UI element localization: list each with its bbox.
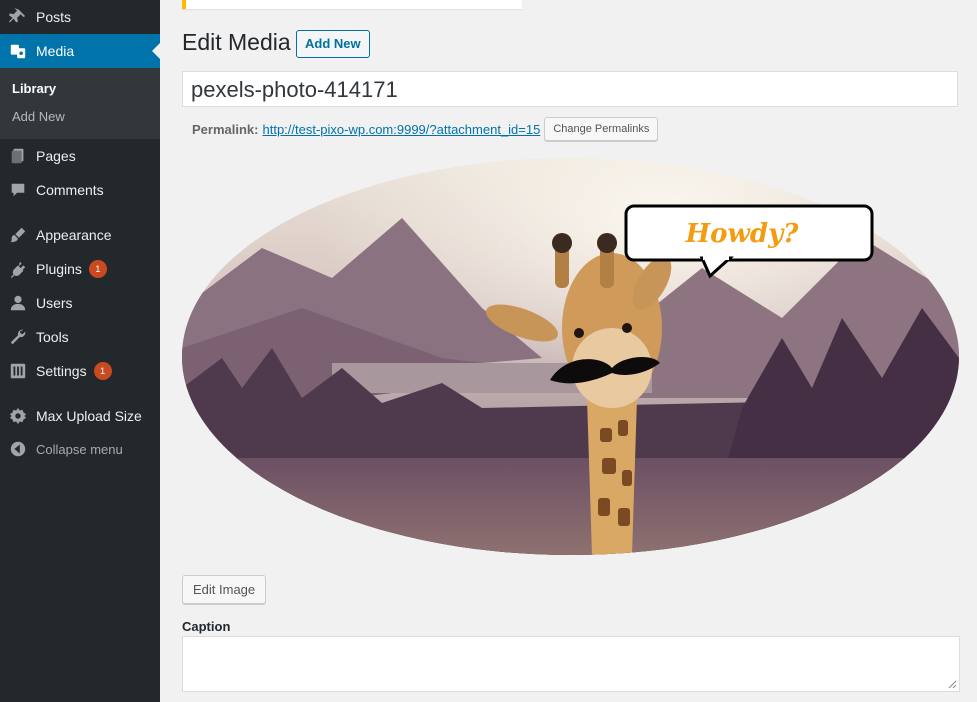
media-submenu: Library Add New	[0, 68, 160, 139]
sidebar-item-label: Tools	[36, 329, 69, 345]
sidebar-item-label: Pages	[36, 148, 76, 164]
sidebar-item-label: Plugins	[36, 261, 82, 277]
sidebar-item-max-upload-size[interactable]: Max Upload Size	[0, 399, 160, 433]
sidebar-item-tools[interactable]: Tools	[0, 320, 160, 354]
settings-icon	[8, 361, 28, 381]
sidebar-item-users[interactable]: Users	[0, 286, 160, 320]
sidebar-item-posts[interactable]: Posts	[0, 0, 160, 34]
sidebar-item-comments[interactable]: Comments	[0, 173, 160, 207]
sidebar-item-label: Posts	[36, 9, 72, 25]
wrench-icon	[8, 327, 28, 347]
sidebar-item-label: Appearance	[36, 227, 112, 243]
sidebar-item-media[interactable]: Media	[0, 34, 160, 68]
permalink-row: Permalink: http://test-pixo-wp.com:9999/…	[192, 117, 659, 141]
sidebar-item-label: Users	[36, 295, 73, 311]
admin-sidebar: Posts Media Library Add New Pages Commen…	[0, 0, 160, 702]
submenu-item-add-new[interactable]: Add New	[12, 109, 65, 124]
page-title: Edit Media	[182, 29, 291, 55]
sidebar-item-label: Comments	[36, 182, 104, 198]
admin-notice	[182, 0, 522, 9]
collapse-menu-label: Collapse menu	[36, 441, 123, 457]
sidebar-item-pages[interactable]: Pages	[0, 139, 160, 173]
caption-label: Caption	[182, 619, 231, 634]
pages-icon	[8, 146, 28, 166]
brush-icon	[8, 225, 28, 245]
media-title-input[interactable]: pexels-photo-414171	[182, 71, 958, 107]
speech-bubble-text: Howdy?	[685, 219, 800, 249]
sidebar-item-label: Max Upload Size	[36, 408, 142, 424]
gear-icon	[8, 406, 28, 426]
collapse-arrow-icon	[8, 439, 28, 459]
add-new-button[interactable]: Add New	[296, 30, 370, 58]
media-icon	[8, 41, 28, 61]
sidebar-item-appearance[interactable]: Appearance	[0, 218, 160, 252]
plugins-update-badge: 1	[88, 260, 107, 278]
resize-grip-icon[interactable]	[948, 680, 957, 689]
change-permalinks-button[interactable]: Change Permalinks	[544, 117, 659, 141]
user-icon	[8, 293, 28, 313]
pin-icon	[8, 7, 28, 27]
submenu-item-library[interactable]: Library	[12, 81, 56, 96]
collapse-menu-button[interactable]: Collapse menu	[0, 432, 160, 466]
sidebar-item-label: Media	[36, 43, 75, 59]
edit-image-button[interactable]: Edit Image	[182, 575, 267, 604]
permalink-label: Permalink:	[192, 121, 259, 137]
sidebar-item-settings[interactable]: Settings 1	[0, 354, 160, 388]
sidebar-item-label: Settings	[36, 363, 87, 379]
media-image-preview: Howdy?	[182, 158, 959, 555]
settings-update-badge: 1	[93, 362, 112, 380]
plugin-icon	[8, 259, 28, 279]
permalink-link[interactable]: http://test-pixo-wp.com:9999/?attachment…	[262, 122, 540, 137]
sidebar-item-plugins[interactable]: Plugins 1	[0, 252, 160, 286]
caption-textarea[interactable]	[182, 636, 960, 692]
comment-icon	[8, 180, 28, 200]
